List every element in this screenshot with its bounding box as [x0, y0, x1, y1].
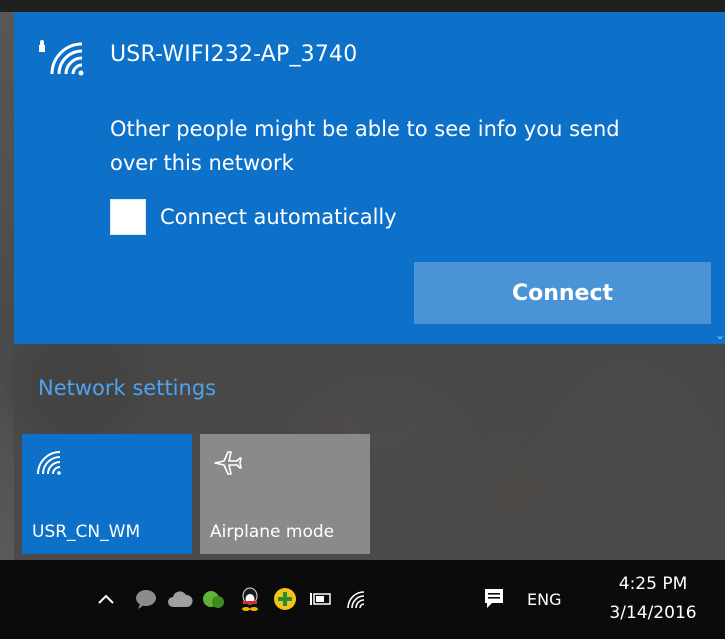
wifi-tile-label: USR_CN_WM: [32, 522, 141, 542]
action-center-icon[interactable]: [480, 585, 508, 613]
qq-penguin-icon[interactable]: [236, 585, 264, 613]
network-flyout-footer: Network settings USR_CN_WM Airplane mode: [14, 344, 725, 560]
connect-automatically-label: Connect automatically: [160, 205, 397, 229]
taskbar-clock[interactable]: 4:25 PM 3/14/2016: [588, 570, 718, 628]
window-top-edge: [0, 0, 725, 12]
battery-icon[interactable]: [306, 585, 334, 613]
connect-automatically-option[interactable]: Connect automatically: [110, 199, 397, 235]
airplane-tile-label: Airplane mode: [210, 522, 335, 542]
connect-button[interactable]: Connect: [414, 262, 711, 324]
security-warning: Other people might be able to see info y…: [110, 117, 620, 175]
wifi-quick-action-tile[interactable]: USR_CN_WM: [22, 434, 192, 554]
input-language-indicator[interactable]: ENG: [527, 590, 561, 609]
green-app-icon[interactable]: [200, 585, 228, 613]
network-settings-link[interactable]: Network settings: [38, 376, 216, 400]
wifi-icon[interactable]: [342, 585, 370, 613]
connect-automatically-checkbox[interactable]: [110, 199, 146, 235]
clock-date: 3/14/2016: [609, 603, 697, 623]
taskbar: ENG 4:25 PM 3/14/2016: [0, 560, 725, 639]
scroll-down-icon[interactable]: ⌄: [715, 328, 725, 342]
selected-network-card: USR-WIFI232-AP_3740 Other people might b…: [14, 12, 725, 344]
plus-circle-icon[interactable]: [271, 585, 299, 613]
wifi-icon: [37, 451, 61, 475]
cloud-icon[interactable]: [166, 585, 194, 613]
wifi-secured-icon: [39, 40, 84, 76]
clock-time: 4:25 PM: [618, 574, 688, 594]
network-ssid: USR-WIFI232-AP_3740: [110, 42, 358, 67]
chevron-up-icon[interactable]: [92, 585, 120, 613]
airplane-icon: [214, 451, 242, 475]
chat-bubble-icon[interactable]: [132, 585, 160, 613]
airplane-mode-tile[interactable]: Airplane mode: [200, 434, 370, 554]
